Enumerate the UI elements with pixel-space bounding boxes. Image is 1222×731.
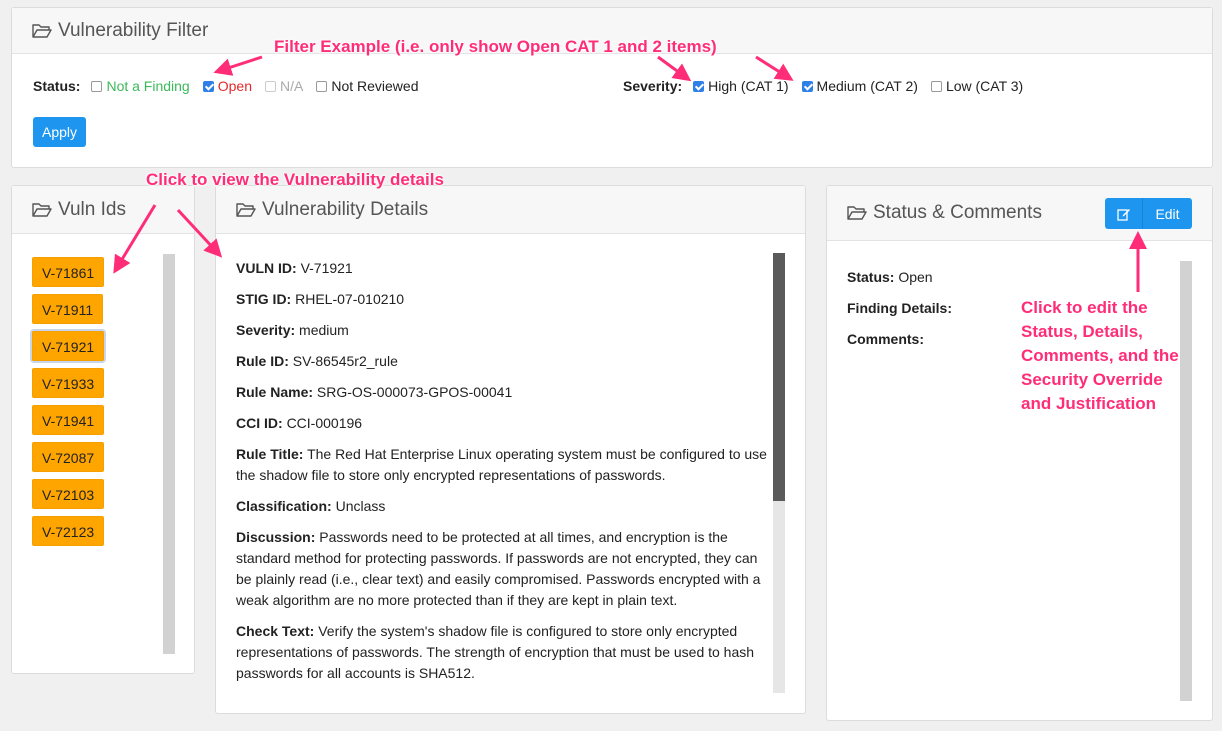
detail-label: Classification:: [236, 498, 332, 514]
checkbox-low[interactable]: [930, 80, 942, 92]
status-value: Open: [898, 269, 933, 285]
checkbox-not-a-finding[interactable]: [91, 80, 103, 92]
detail-value: The Red Hat Enterprise Linux operating s…: [236, 446, 767, 483]
status-filter-group: Status: Not a Finding Open N/A Not Revie…: [33, 78, 424, 94]
annotation-edit-line: Status, Details,: [1021, 322, 1143, 341]
edit-button[interactable]: Edit: [1143, 198, 1192, 229]
label-open: Open: [217, 78, 252, 94]
folder-open-icon: [32, 202, 52, 217]
detail-row: Check Text: Verify the system's shadow f…: [236, 621, 770, 684]
detail-row: Rule ID: SV-86545r2_rule: [236, 351, 770, 372]
vuln-id-item[interactable]: V-71911: [32, 294, 104, 324]
label-low: Low (CAT 3): [945, 78, 1024, 94]
folder-open-icon: [32, 23, 52, 38]
vuln-id-item[interactable]: V-72087: [32, 442, 105, 472]
finding-details-label: Finding Details:: [847, 300, 952, 316]
detail-value: SV-86545r2_rule: [292, 353, 398, 369]
finding-details-row: Finding Details:: [847, 299, 952, 318]
severity-filter-label: Severity:: [623, 78, 683, 94]
checkbox-not-reviewed[interactable]: [316, 80, 328, 92]
detail-row: Discussion: Passwords need to be protect…: [236, 527, 770, 611]
panel-title: Vuln Ids: [58, 198, 126, 220]
panel-title: Vulnerability Filter: [58, 19, 209, 41]
annotation-vuln-details: Click to view the Vulnerability details: [146, 170, 444, 189]
status-filter-label: Status:: [33, 78, 81, 94]
edit-button-group: Edit: [1105, 198, 1192, 229]
edit-icon: [1116, 208, 1130, 221]
detail-label: STIG ID:: [236, 291, 292, 307]
vuln-id-list: V-71861 V-71911 V-71921 V-71933 V-71941 …: [32, 257, 105, 553]
label-na: N/A: [279, 78, 304, 94]
detail-label: Rule Name:: [236, 384, 314, 400]
checkbox-open[interactable]: [202, 80, 214, 92]
annotation-edit-line: and Justification: [1021, 394, 1157, 413]
vuln-ids-scrollbar[interactable]: [163, 254, 175, 654]
panel-title: Vulnerability Details: [262, 198, 429, 220]
status-row: Status: Open: [847, 268, 952, 287]
detail-row: STIG ID: RHEL-07-010210: [236, 289, 770, 310]
details-scrollbar-thumb[interactable]: [773, 253, 785, 501]
vuln-id-item[interactable]: V-72123: [32, 516, 105, 546]
detail-value: Passwords need to be protected at all ti…: [236, 529, 761, 608]
detail-label: CCI ID:: [236, 415, 283, 431]
status-body: Status: Open Finding Details: Comments:: [847, 268, 952, 361]
detail-label: Discussion:: [236, 529, 316, 545]
annotation-edit-line: Comments, and the: [1021, 346, 1179, 365]
detail-row: Classification: Unclass: [236, 496, 770, 517]
annotation-filter: Filter Example (i.e. only show Open CAT …: [274, 37, 717, 56]
detail-label: Rule ID:: [236, 353, 289, 369]
detail-value: Unclass: [335, 498, 386, 514]
detail-value: SRG-OS-000073-GPOS-00041: [316, 384, 513, 400]
folder-open-icon: [236, 202, 256, 217]
checkbox-na[interactable]: [264, 80, 276, 92]
detail-value: Verify the system's shadow file is confi…: [236, 623, 755, 681]
checkbox-high[interactable]: [693, 80, 705, 92]
vuln-id-item[interactable]: V-71933: [32, 368, 105, 398]
detail-row: CCI ID: CCI-000196: [236, 413, 770, 434]
vuln-id-item[interactable]: V-71941: [32, 405, 105, 435]
status-scrollbar[interactable]: [1180, 261, 1192, 701]
details-scrollbar[interactable]: [773, 253, 785, 693]
detail-value: V-71921: [300, 260, 353, 276]
annotation-edit: Click to edit the Status, Details, Comme…: [1021, 296, 1179, 416]
label-high: High (CAT 1): [708, 78, 789, 94]
panel-header: Vulnerability Details: [216, 186, 805, 234]
panel-header: Vuln Ids: [12, 186, 194, 234]
detail-row: Severity: medium: [236, 320, 770, 341]
vuln-ids-panel: Vuln Ids V-71861 V-71911 V-71921 V-71933…: [11, 185, 195, 674]
detail-label: Severity:: [236, 322, 296, 338]
label-medium: Medium (CAT 2): [816, 78, 918, 94]
comments-row: Comments:: [847, 330, 952, 349]
detail-row: Rule Name: SRG-OS-000073-GPOS-00041: [236, 382, 770, 403]
detail-label: VULN ID:: [236, 260, 297, 276]
vuln-id-item[interactable]: V-72103: [32, 479, 105, 509]
label-not-a-finding: Not a Finding: [106, 78, 190, 94]
annotation-edit-line: Security Override: [1021, 370, 1163, 389]
vuln-id-item[interactable]: V-71861: [32, 257, 105, 287]
comments-label: Comments:: [847, 331, 925, 347]
panel-title: Status & Comments: [873, 202, 1042, 223]
severity-filter-group: Severity: High (CAT 1) Medium (CAT 2) Lo…: [623, 78, 1029, 94]
label-not-reviewed: Not Reviewed: [331, 78, 419, 94]
vuln-id-item-selected[interactable]: V-71921: [32, 331, 105, 361]
detail-label: Check Text:: [236, 623, 315, 639]
folder-open-icon: [847, 206, 867, 220]
status-label: Status:: [847, 269, 895, 285]
detail-value: medium: [299, 322, 349, 338]
detail-row: VULN ID: V-71921: [236, 258, 770, 279]
checkbox-medium[interactable]: [801, 80, 813, 92]
apply-button[interactable]: Apply: [33, 117, 86, 147]
detail-row: Rule Title: The Red Hat Enterprise Linux…: [236, 444, 770, 486]
detail-value: CCI-000196: [286, 415, 363, 431]
vulnerability-filter-panel: Vulnerability Filter Status: Not a Findi…: [11, 7, 1213, 168]
detail-label: Rule Title:: [236, 446, 304, 462]
vulnerability-details-panel: Vulnerability Details VULN ID: V-71921 S…: [215, 185, 806, 714]
status-comments-panel: Status & Comments Edit Status: Open Find…: [826, 185, 1213, 721]
annotation-edit-line: Click to edit the: [1021, 298, 1148, 317]
detail-value: RHEL-07-010210: [295, 291, 405, 307]
vulnerability-details-body: VULN ID: V-71921 STIG ID: RHEL-07-010210…: [236, 258, 770, 694]
edit-icon-button[interactable]: [1105, 198, 1143, 229]
